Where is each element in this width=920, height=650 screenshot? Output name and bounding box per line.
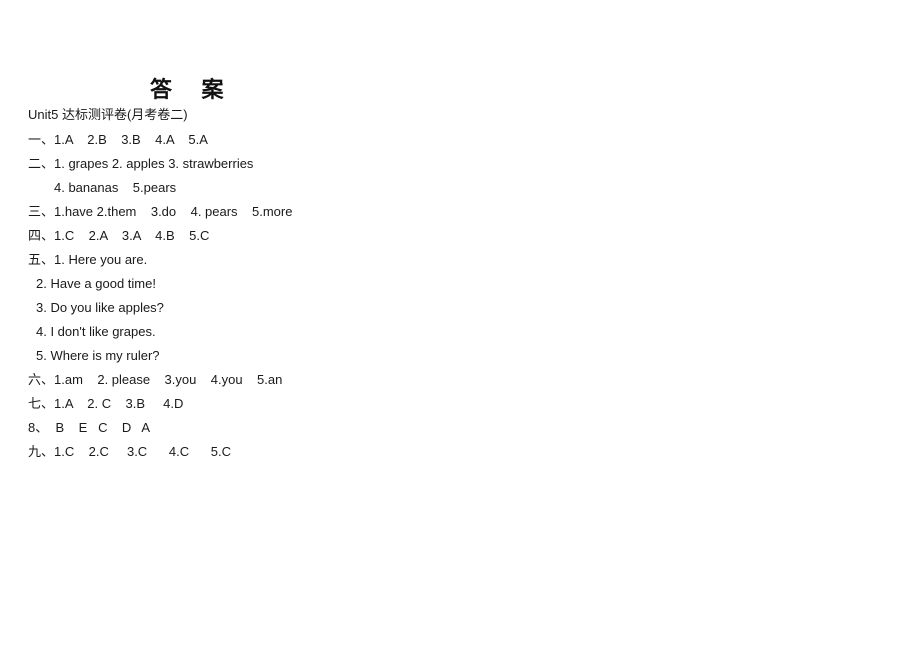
answer-line: 七、1.A 2. C 3.B 4.D [28, 396, 184, 411]
answer-line: 8、 B E C D A [28, 420, 151, 435]
answer-line: 九、1.C 2.C 3.C 4.C 5.C [28, 444, 231, 459]
page-title: 答 案 [150, 77, 225, 102]
answer-line: 六、1.am 2. please 3.you 4.you 5.an [28, 372, 283, 387]
answer-key-page: 答 案 Unit5 达标测评卷(月考卷二) 一、1.A 2.B 3.B 4.A … [0, 0, 920, 650]
answer-line: 4. bananas 5.pears [54, 180, 177, 195]
answer-line: 5. Where is my ruler? [36, 348, 160, 363]
answer-list: 一、1.A 2.B 3.B 4.A 5.A 二、1. grapes 2. appl… [28, 128, 888, 464]
document-subtitle: Unit5 达标测评卷(月考卷二) [28, 107, 188, 122]
answer-line: 4. I don't like grapes. [36, 324, 156, 339]
answer-line: 五、1. Here you are. [28, 252, 148, 267]
answer-line: 一、1.A 2.B 3.B 4.A 5.A [28, 132, 208, 147]
answer-line: 二、1. grapes 2. apples 3. strawberries [28, 156, 254, 171]
answer-line: 四、1.C 2.A 3.A 4.B 5.C [28, 228, 210, 243]
answer-line: 2. Have a good time! [36, 276, 156, 291]
answer-line: 三、1.have 2.them 3.do 4. pears 5.more [28, 204, 293, 219]
answer-line: 3. Do you like apples? [36, 300, 164, 315]
